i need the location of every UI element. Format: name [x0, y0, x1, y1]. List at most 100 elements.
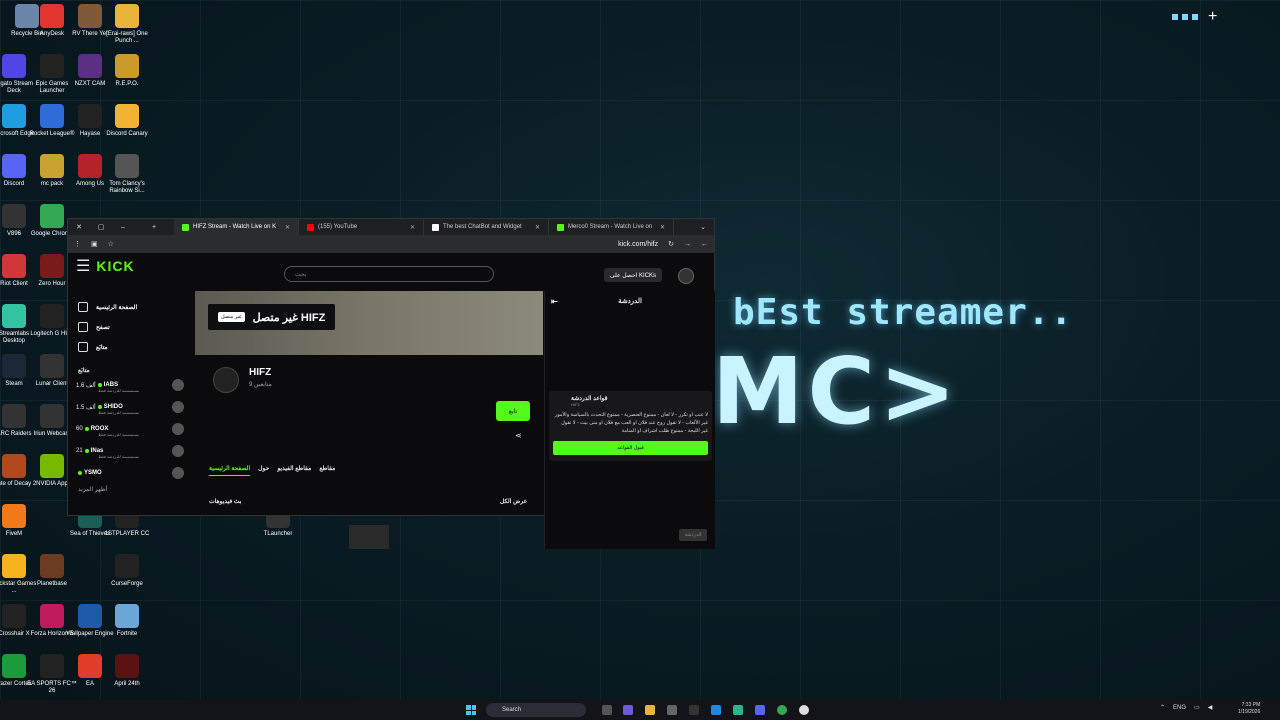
task-view-icon[interactable]	[602, 705, 612, 715]
channel-tab[interactable]: حول	[258, 465, 269, 476]
video-thumbnail[interactable]	[349, 525, 389, 549]
desktop-icon[interactable]: Planetbase	[27, 554, 77, 588]
new-tab-icon[interactable]: +	[134, 224, 174, 231]
browser-window[interactable]: ✕ ▢ – + HIFZ Stream - Watch Live on K ✕ (1…	[67, 218, 715, 549]
get-kicks-button[interactable]: احصل على KICKs	[604, 268, 663, 282]
stream-player[interactable]: غير متصل غير متصل HIFZ	[195, 291, 543, 355]
desktop-icon[interactable]: CurseForge	[102, 554, 152, 588]
live-dot-icon	[84, 427, 89, 431]
desktop-icon[interactable]: Fortnite	[102, 604, 152, 638]
offline-pill: غير متصل	[218, 312, 245, 322]
search-input[interactable]: بحث	[284, 266, 494, 282]
tab-label: (155) YouTube	[318, 224, 358, 230]
channel-avatar[interactable]	[213, 367, 239, 393]
url-field[interactable]: kick.com/hifz	[618, 241, 658, 248]
clock[interactable]: 7:33 PM 1/19/2026	[1238, 702, 1260, 716]
channel-name: YSMO	[84, 470, 102, 476]
app-icon	[40, 254, 64, 278]
forward-icon[interactable]: →	[684, 241, 691, 248]
followed-channel[interactable]: YSMO	[68, 462, 190, 484]
followed-channel[interactable]: 60 ROOX مستمسمة للدردشة فقط	[68, 418, 190, 440]
chrome-icon[interactable]	[777, 705, 787, 715]
viewer-count: 21	[76, 448, 83, 454]
obs-icon[interactable]	[799, 705, 809, 715]
nav-home[interactable]: الصفحة الرئيسية	[68, 297, 190, 317]
show-all-link[interactable]: عرض الكل	[500, 498, 527, 505]
user-avatar[interactable]	[678, 268, 694, 284]
close-tab-icon[interactable]: ✕	[285, 224, 290, 231]
show-more-link[interactable]: أظهر المزيد	[68, 486, 190, 493]
browser-tab[interactable]: The best ChatBot and Widget ✕	[424, 219, 549, 235]
nav-browse[interactable]: تصفح	[68, 317, 190, 337]
reload-icon[interactable]: ↻	[668, 240, 674, 248]
viewer-count: 60	[76, 426, 83, 432]
extensions-icon[interactable]: ▣	[91, 240, 98, 248]
app-icon	[2, 604, 26, 628]
desktop-icon[interactable]: R.E.P.O.	[102, 54, 152, 88]
vscode-icon[interactable]	[711, 705, 721, 715]
tab-search-icon[interactable]: ⌄	[692, 223, 714, 231]
close-window-icon[interactable]: ✕	[68, 223, 90, 231]
app-icon	[115, 654, 139, 678]
network-icon[interactable]: ▭	[1194, 704, 1200, 711]
browser-tab[interactable]: Merco0 Stream - Watch Live on ✕	[549, 219, 674, 235]
get-kicks-label: احصل على KICKs	[610, 272, 657, 279]
app-icon	[115, 554, 139, 578]
viewer-count: 1.5 ألف	[76, 404, 96, 411]
desktop-icon[interactable]: [Erai-raws] One Punch ...	[102, 4, 152, 45]
app-icon	[2, 354, 26, 378]
file-explorer-icon[interactable]	[645, 705, 655, 715]
terminal-icon[interactable]	[689, 705, 699, 715]
start-button[interactable]	[466, 705, 476, 715]
desktop-icon[interactable]: Tom Clancy's Rainbow Si...	[102, 154, 152, 195]
desktop-icon[interactable]: April 24th	[102, 654, 152, 688]
followed-channel[interactable]: 21 INas مستمسمة للدردشة فقط	[68, 440, 190, 462]
streamdeck-icon[interactable]	[733, 705, 743, 715]
menu-icon[interactable]: ☰	[76, 256, 90, 276]
accept-rules-button[interactable]: قبول القواعد	[553, 441, 708, 455]
volume-icon[interactable]: ◀	[1208, 704, 1213, 711]
maximize-icon[interactable]: ▢	[90, 223, 112, 231]
app-icon	[78, 604, 102, 628]
follow-button[interactable]: تابع	[496, 401, 530, 421]
nav-label: الصفحة الرئيسية	[96, 304, 138, 311]
add-icon[interactable]: +	[1208, 8, 1217, 26]
back-icon[interactable]: ←	[701, 241, 708, 248]
app-icon	[2, 654, 26, 678]
app-icon	[40, 554, 64, 578]
tray-overflow-icon[interactable]: ⌃	[1160, 704, 1165, 711]
app-icon	[2, 454, 26, 478]
close-tab-icon[interactable]: ✕	[660, 224, 665, 231]
kick-logo[interactable]: KICK	[96, 258, 134, 274]
copilot-icon[interactable]	[623, 705, 633, 715]
chat-send-button[interactable]: الدردشة	[679, 529, 707, 541]
app-icon	[115, 104, 139, 128]
following-header: متابَع	[78, 368, 90, 374]
language-indicator[interactable]: ENG	[1173, 705, 1186, 711]
chat-title: الدردشة	[618, 298, 642, 305]
app-icon	[78, 4, 102, 28]
browser-tab[interactable]: (155) YouTube ✕	[299, 219, 424, 235]
channel-tab[interactable]: مقاطع الفيديو	[277, 465, 311, 476]
widget-controls[interactable]: +	[1172, 8, 1217, 26]
close-tab-icon[interactable]: ✕	[535, 224, 540, 231]
nav-following[interactable]: متابَع	[68, 337, 190, 357]
bookmark-icon[interactable]: ☆	[108, 240, 114, 248]
followed-channel[interactable]: 1.5 ألف SHIDO مستمسمة للدردشة فقط	[68, 396, 190, 418]
nav-label: تصفح	[96, 324, 110, 331]
minimize-icon[interactable]: –	[112, 224, 134, 231]
browser-tab[interactable]: HIFZ Stream - Watch Live on K ✕	[174, 219, 299, 235]
followed-channel[interactable]: 1.6 ألف IABS مستمسمة للدردشة فقط	[68, 374, 190, 396]
store-icon[interactable]	[667, 705, 677, 715]
desktop-icon[interactable]: FiveM	[0, 504, 39, 538]
close-tab-icon[interactable]: ✕	[410, 224, 415, 231]
more-icon[interactable]: ⋮	[74, 240, 81, 248]
channel-tab[interactable]: مقاطع	[319, 465, 335, 476]
channel-tab[interactable]: الصفحة الرئيسية	[209, 465, 251, 476]
rules-body: لا عنب او تكرر - لا لعان - ممنوع العنصري…	[554, 412, 708, 434]
desktop-icon[interactable]: Discord Canary	[102, 104, 152, 138]
collapse-chat-icon[interactable]: ⇤	[551, 297, 558, 306]
share-icon[interactable]: ⋖	[515, 431, 522, 440]
discord-icon[interactable]	[755, 705, 765, 715]
taskbar-search[interactable]: Search	[486, 703, 586, 717]
